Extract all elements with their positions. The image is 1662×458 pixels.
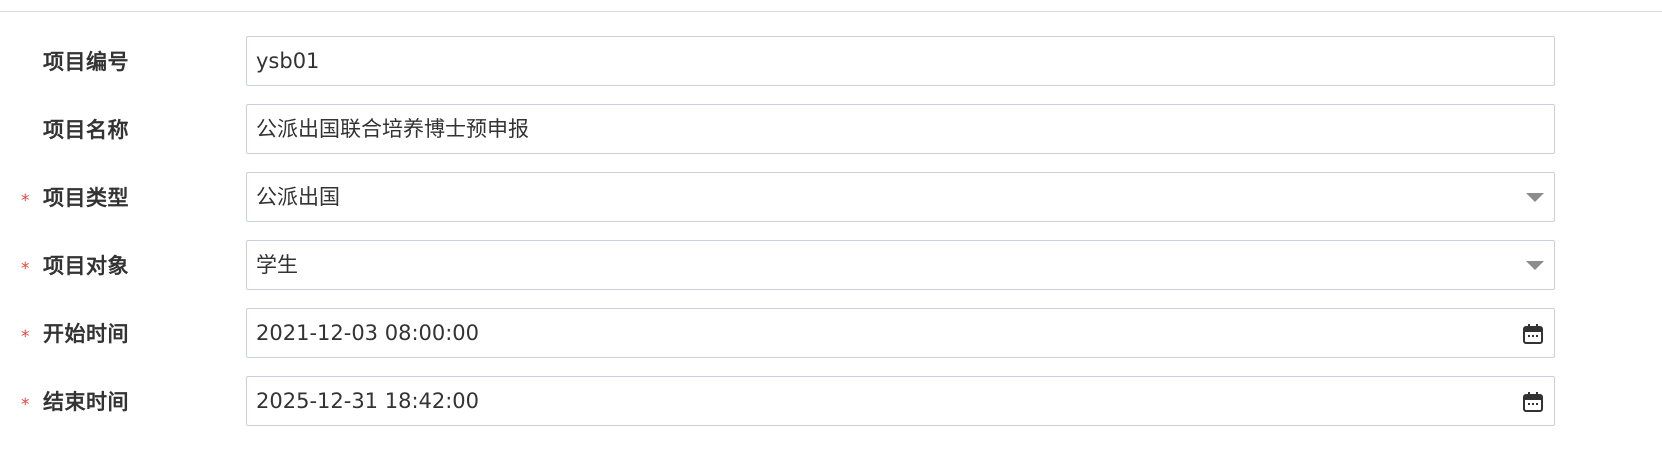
required-mark: * [21,191,30,211]
end-time-input[interactable]: 2025-12-31 18:42:00 [246,376,1555,426]
project-target-row: * 项目对象 学生 [0,240,1662,292]
project-target-value: 学生 [256,253,298,277]
required-mark: * [21,327,30,347]
end-time-value: 2025-12-31 18:42:00 [256,389,480,413]
project-type-label: 项目类型 [43,186,129,210]
required-mark: * [21,395,30,415]
chevron-down-icon[interactable] [1526,261,1544,270]
project-type-row: * 项目类型 公派出国 [0,172,1662,224]
project-target-select[interactable]: 学生 [246,240,1555,290]
project-name-label: 项目名称 [43,118,129,142]
project-code-row: 项目编号 ysb01 [0,36,1662,88]
project-name-input[interactable]: 公派出国联合培养博士预申报 [246,104,1555,154]
start-time-row: * 开始时间 2021-12-03 08:00:00 [0,308,1662,360]
calendar-icon[interactable] [1522,391,1544,413]
project-name-row: 项目名称 公派出国联合培养博士预申报 [0,104,1662,156]
chevron-down-icon[interactable] [1526,193,1544,202]
project-type-select[interactable]: 公派出国 [246,172,1555,222]
project-code-value: ysb01 [256,49,320,73]
project-name-value: 公派出国联合培养博士预申报 [256,117,529,141]
calendar-icon[interactable] [1522,323,1544,345]
project-code-input[interactable]: ysb01 [246,36,1555,86]
project-type-value: 公派出国 [256,185,340,209]
start-time-label: 开始时间 [43,322,129,346]
start-time-value: 2021-12-03 08:00:00 [256,321,480,345]
end-time-row: * 结束时间 2025-12-31 18:42:00 [0,376,1662,428]
project-code-label: 项目编号 [43,50,129,74]
end-time-label: 结束时间 [43,390,129,414]
start-time-input[interactable]: 2021-12-03 08:00:00 [246,308,1555,358]
top-divider [0,11,1662,12]
required-mark: * [21,259,30,279]
project-target-label: 项目对象 [43,254,129,278]
